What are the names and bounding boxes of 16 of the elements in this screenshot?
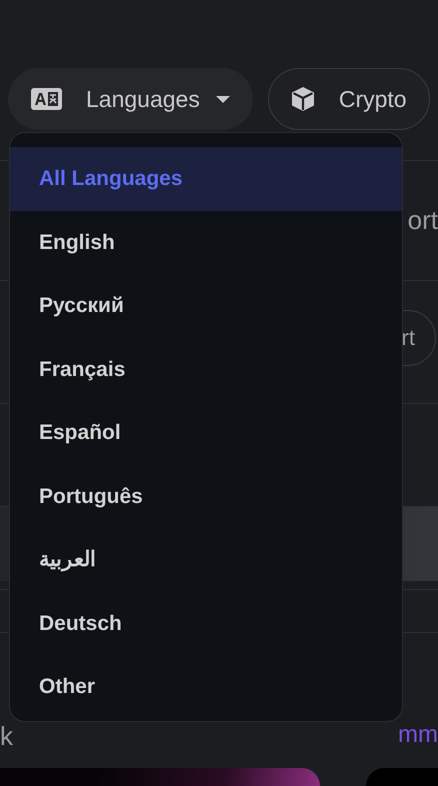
label-text: k (0, 721, 13, 752)
menu-item[interactable]: Português (10, 464, 402, 528)
menu-item[interactable]: Русский (10, 274, 402, 338)
menu-item[interactable]: English (10, 210, 402, 274)
menu-item[interactable]: Other (10, 655, 402, 718)
translate-icon (31, 88, 62, 110)
menu-item[interactable]: العربية (10, 528, 402, 592)
heading-text: ort (408, 204, 438, 237)
menu-item[interactable]: Deutsch (10, 592, 402, 655)
menu-item[interactable]: All Languages (10, 147, 402, 210)
cube-icon (290, 86, 315, 112)
menu-item[interactable]: Español (10, 401, 402, 464)
filter-button[interactable]: Crypto (268, 68, 430, 130)
filter-button[interactable]: Languages (8, 68, 253, 130)
menu-item[interactable]: Français (10, 338, 402, 401)
card-background (366, 768, 438, 786)
